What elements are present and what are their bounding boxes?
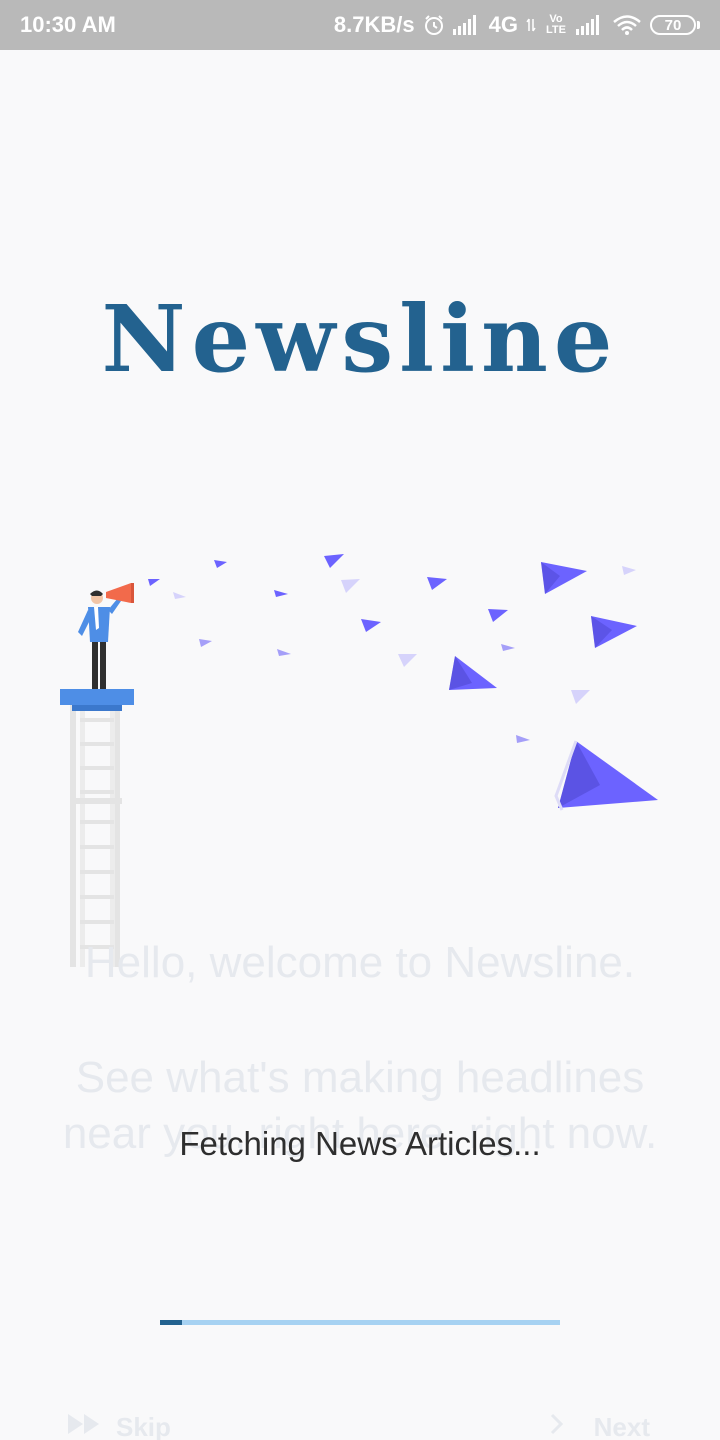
signal-icon-2 [576, 15, 604, 35]
network-type: 4G [488, 12, 518, 37]
welcome-heading: Hello, welcome to Newsline. [84, 938, 636, 987]
alarm-icon [423, 14, 445, 36]
person-graphic [78, 583, 134, 689]
onboarding-nav: Skip Next [0, 1408, 720, 1440]
next-button[interactable]: Next [550, 1412, 650, 1440]
next-label: Next [593, 1412, 650, 1440]
skip-button[interactable]: Skip [66, 1412, 171, 1440]
loading-progress-fill [160, 1320, 182, 1325]
data-arrows-icon [526, 17, 536, 33]
splash-screen: 10:30 AM 8.7KB/s 4G Vo LTE 70 Newsline H… [0, 0, 720, 1440]
skip-label: Skip [116, 1412, 171, 1440]
megaphone-illustration [0, 540, 720, 980]
fast-forward-icon [66, 1412, 102, 1440]
wifi-icon [612, 14, 642, 36]
platform-graphic [60, 689, 134, 705]
status-bar: 10:30 AM 8.7KB/s 4G Vo LTE 70 [0, 0, 720, 50]
status-time: 10:30 AM [20, 12, 116, 37]
loading-progress-bar [160, 1320, 560, 1325]
loading-status-text: Fetching News Articles... [179, 1125, 541, 1162]
battery-level: 70 [650, 15, 696, 35]
ladder-graphic [70, 705, 122, 967]
app-title: Newsline [101, 285, 619, 393]
signal-icon [452, 15, 481, 35]
network-speed: 8.7KB/s [333, 12, 415, 37]
volte-indicator: Vo LTE [546, 13, 566, 36]
battery-icon: 70 [650, 15, 700, 35]
chevron-right-icon [550, 1412, 564, 1440]
paper-planes-graphic [148, 554, 658, 811]
